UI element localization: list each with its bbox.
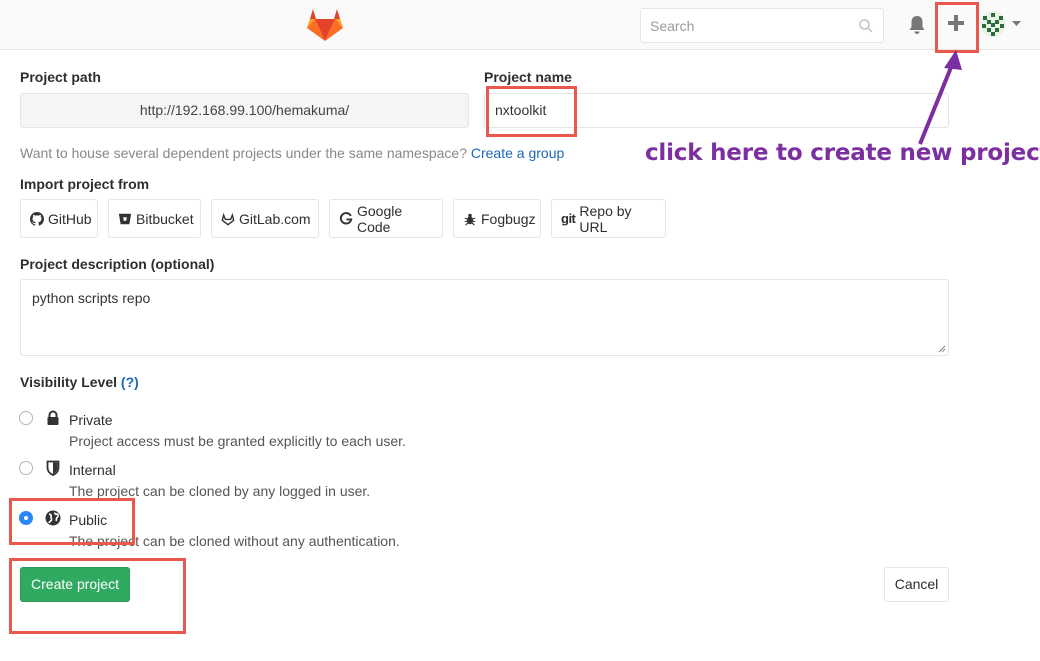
search-icon (859, 19, 873, 33)
visibility-private-name: Private (69, 412, 113, 428)
top-navbar (0, 0, 1040, 50)
project-path-field: http://192.168.99.100/hemakuma/ (20, 93, 469, 128)
import-label: Import project from (20, 176, 150, 192)
visibility-private-description: Project access must be granted explicitl… (69, 433, 406, 449)
lock-icon (47, 410, 59, 425)
description-label: Project description (optional) (20, 256, 215, 272)
github-icon (30, 211, 44, 226)
search-input[interactable] (641, 9, 841, 42)
namespace-help: Want to house several dependent projects… (20, 145, 467, 161)
description-textarea[interactable]: python scripts repo (20, 279, 949, 356)
cancel-button[interactable]: Cancel (884, 567, 949, 602)
shield-icon (46, 460, 60, 476)
project-path-label: Project path (20, 69, 101, 85)
import-gitlab-button[interactable]: GitLab.com (211, 199, 319, 238)
create-button-highlight-box (9, 558, 186, 634)
visibility-internal-radio[interactable] (19, 461, 33, 475)
import-source-label: Repo by URL (579, 202, 632, 235)
visibility-label: Visibility Level (?) (20, 374, 139, 390)
import-source-label: GitLab.com (239, 210, 311, 227)
visibility-title: Visibility Level (20, 374, 118, 390)
import-source-label: Google Code (357, 202, 403, 235)
gitlab-icon (221, 212, 235, 226)
annotation-text: click here to create new project (645, 140, 1040, 166)
caret-down-icon[interactable] (1012, 21, 1021, 27)
public-highlight-box (9, 498, 135, 545)
bell-icon[interactable] (908, 15, 926, 35)
project-name-label: Project name (484, 69, 572, 85)
import-source-label: Fogbugz (481, 210, 536, 227)
visibility-private-radio[interactable] (19, 411, 33, 425)
project-name-highlight-box (486, 86, 577, 137)
resize-handle-icon[interactable] (938, 345, 946, 353)
gitlab-logo[interactable] (306, 8, 344, 42)
search-box[interactable] (640, 8, 884, 43)
import-google-code-button[interactable]: Google Code (329, 199, 443, 238)
import-bitbucket-button[interactable]: Bitbucket (108, 199, 201, 238)
import-source-label: GitHub (48, 210, 92, 227)
plus-highlight-box (935, 2, 979, 53)
namespace-help-text: Want to house several dependent projects… (20, 145, 564, 161)
create-group-link[interactable]: Create a group (471, 145, 564, 161)
visibility-internal-description: The project can be cloned by any logged … (69, 483, 371, 499)
import-github-button[interactable]: GitHub (20, 199, 98, 238)
visibility-internal-name: Internal (69, 462, 116, 478)
visibility-help-link[interactable]: (?) (121, 374, 139, 390)
import-fogbugz-button[interactable]: Fogbugz (453, 199, 541, 238)
bug-icon (464, 213, 476, 226)
description-value: python scripts repo (32, 290, 151, 306)
avatar[interactable] (980, 11, 1006, 37)
google-icon (339, 211, 353, 224)
import-source-label: Bitbucket (136, 210, 194, 227)
git-icon: git (561, 211, 576, 226)
bitbucket-icon (118, 213, 132, 224)
arrow-icon (918, 50, 962, 145)
import-repo-url-button[interactable]: git Repo by URL (551, 199, 666, 238)
